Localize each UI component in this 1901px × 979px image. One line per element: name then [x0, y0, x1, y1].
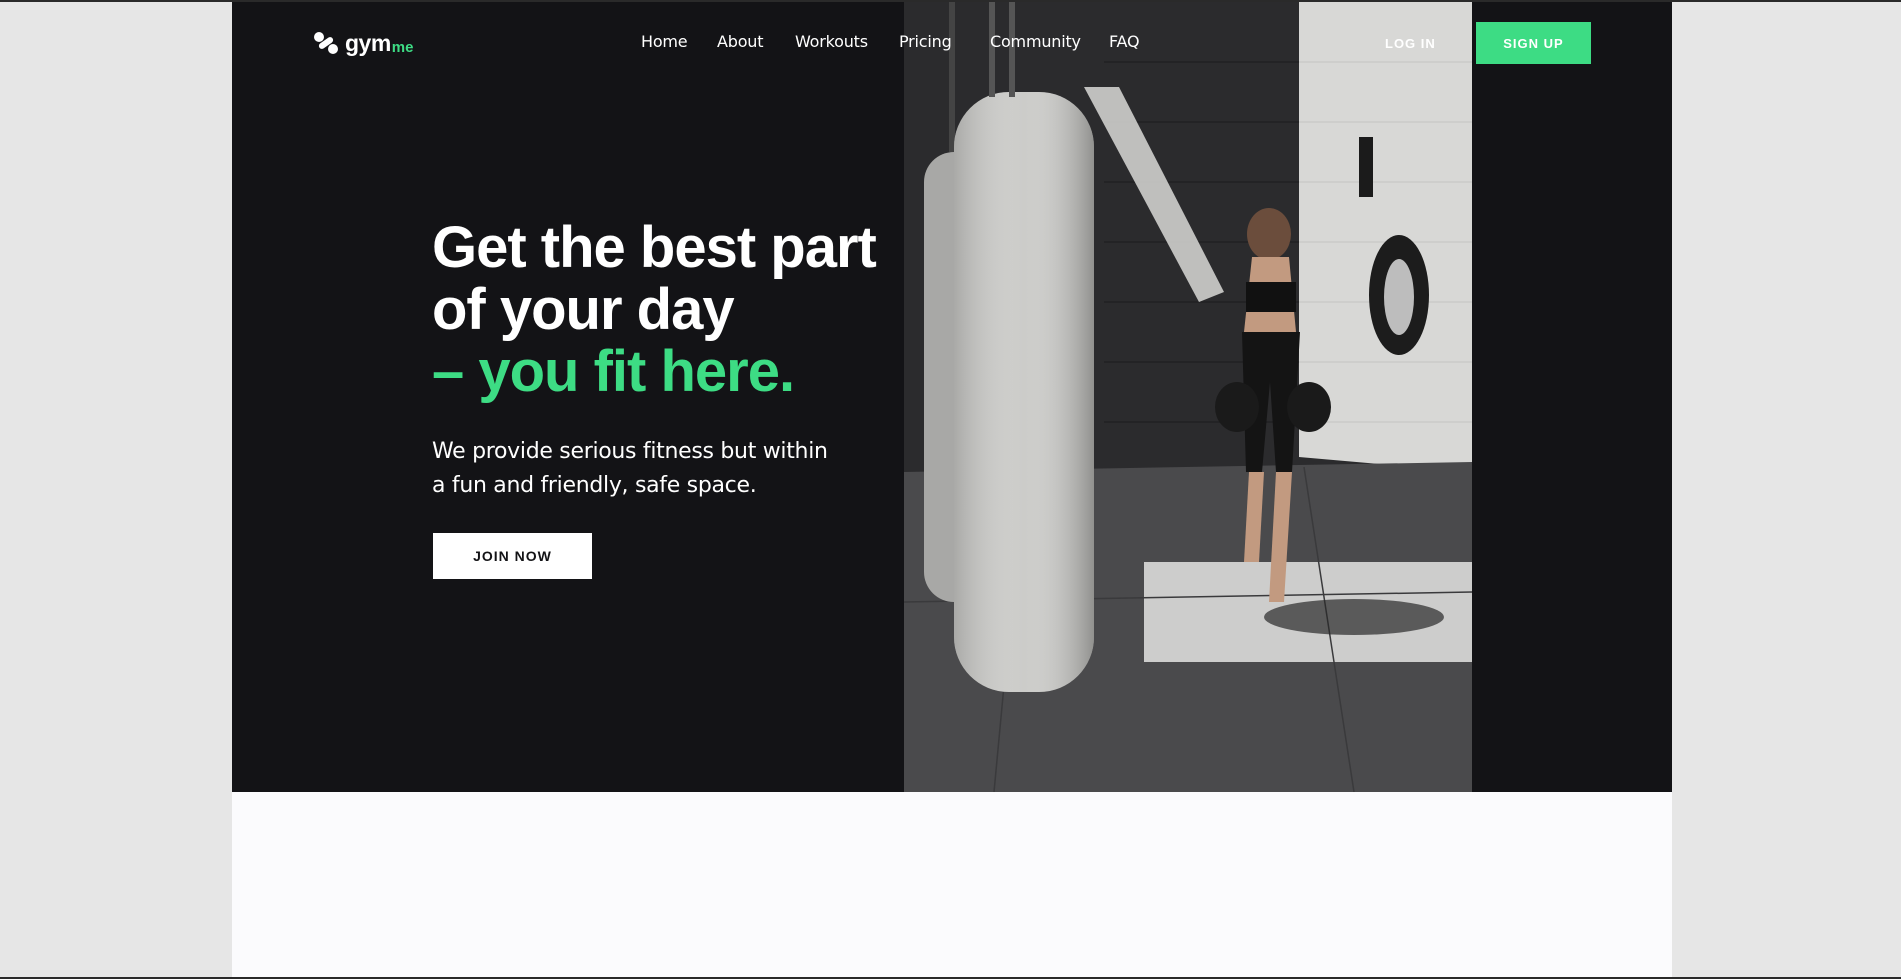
signup-button[interactable]: SIGN UP: [1476, 22, 1591, 64]
nav-pricing[interactable]: Pricing: [899, 32, 952, 51]
nav-community[interactable]: Community: [990, 32, 1081, 51]
headline-line-1: Get the best part: [432, 215, 877, 280]
hero-section: gym me Home About Workouts Pricing Commu…: [232, 2, 1672, 792]
login-link[interactable]: LOG IN: [1385, 36, 1436, 51]
join-now-button[interactable]: JOIN NOW: [433, 533, 592, 579]
page: gym me Home About Workouts Pricing Commu…: [232, 2, 1672, 977]
brand-suffix: me: [391, 38, 414, 56]
nav-home[interactable]: Home: [641, 32, 688, 51]
dumbbell-logo-icon: [314, 32, 338, 54]
subtext-line-2: a fun and friendly, safe space.: [432, 473, 757, 498]
nav-workouts[interactable]: Workouts: [795, 32, 868, 51]
hero-headline: Get the best part of your day – you fit …: [432, 217, 992, 403]
headline-line-2: of your day: [432, 277, 735, 342]
hero-subtext: We provide serious fitness but within a …: [432, 435, 862, 503]
brand-name: gym: [345, 29, 391, 56]
nav-about[interactable]: About: [717, 32, 764, 51]
headline-accent: – you fit here.: [432, 339, 795, 404]
brand-logo[interactable]: gym me: [312, 28, 413, 58]
subtext-line-1: We provide serious fitness but within: [432, 439, 828, 464]
nav-faq[interactable]: FAQ: [1109, 32, 1140, 51]
